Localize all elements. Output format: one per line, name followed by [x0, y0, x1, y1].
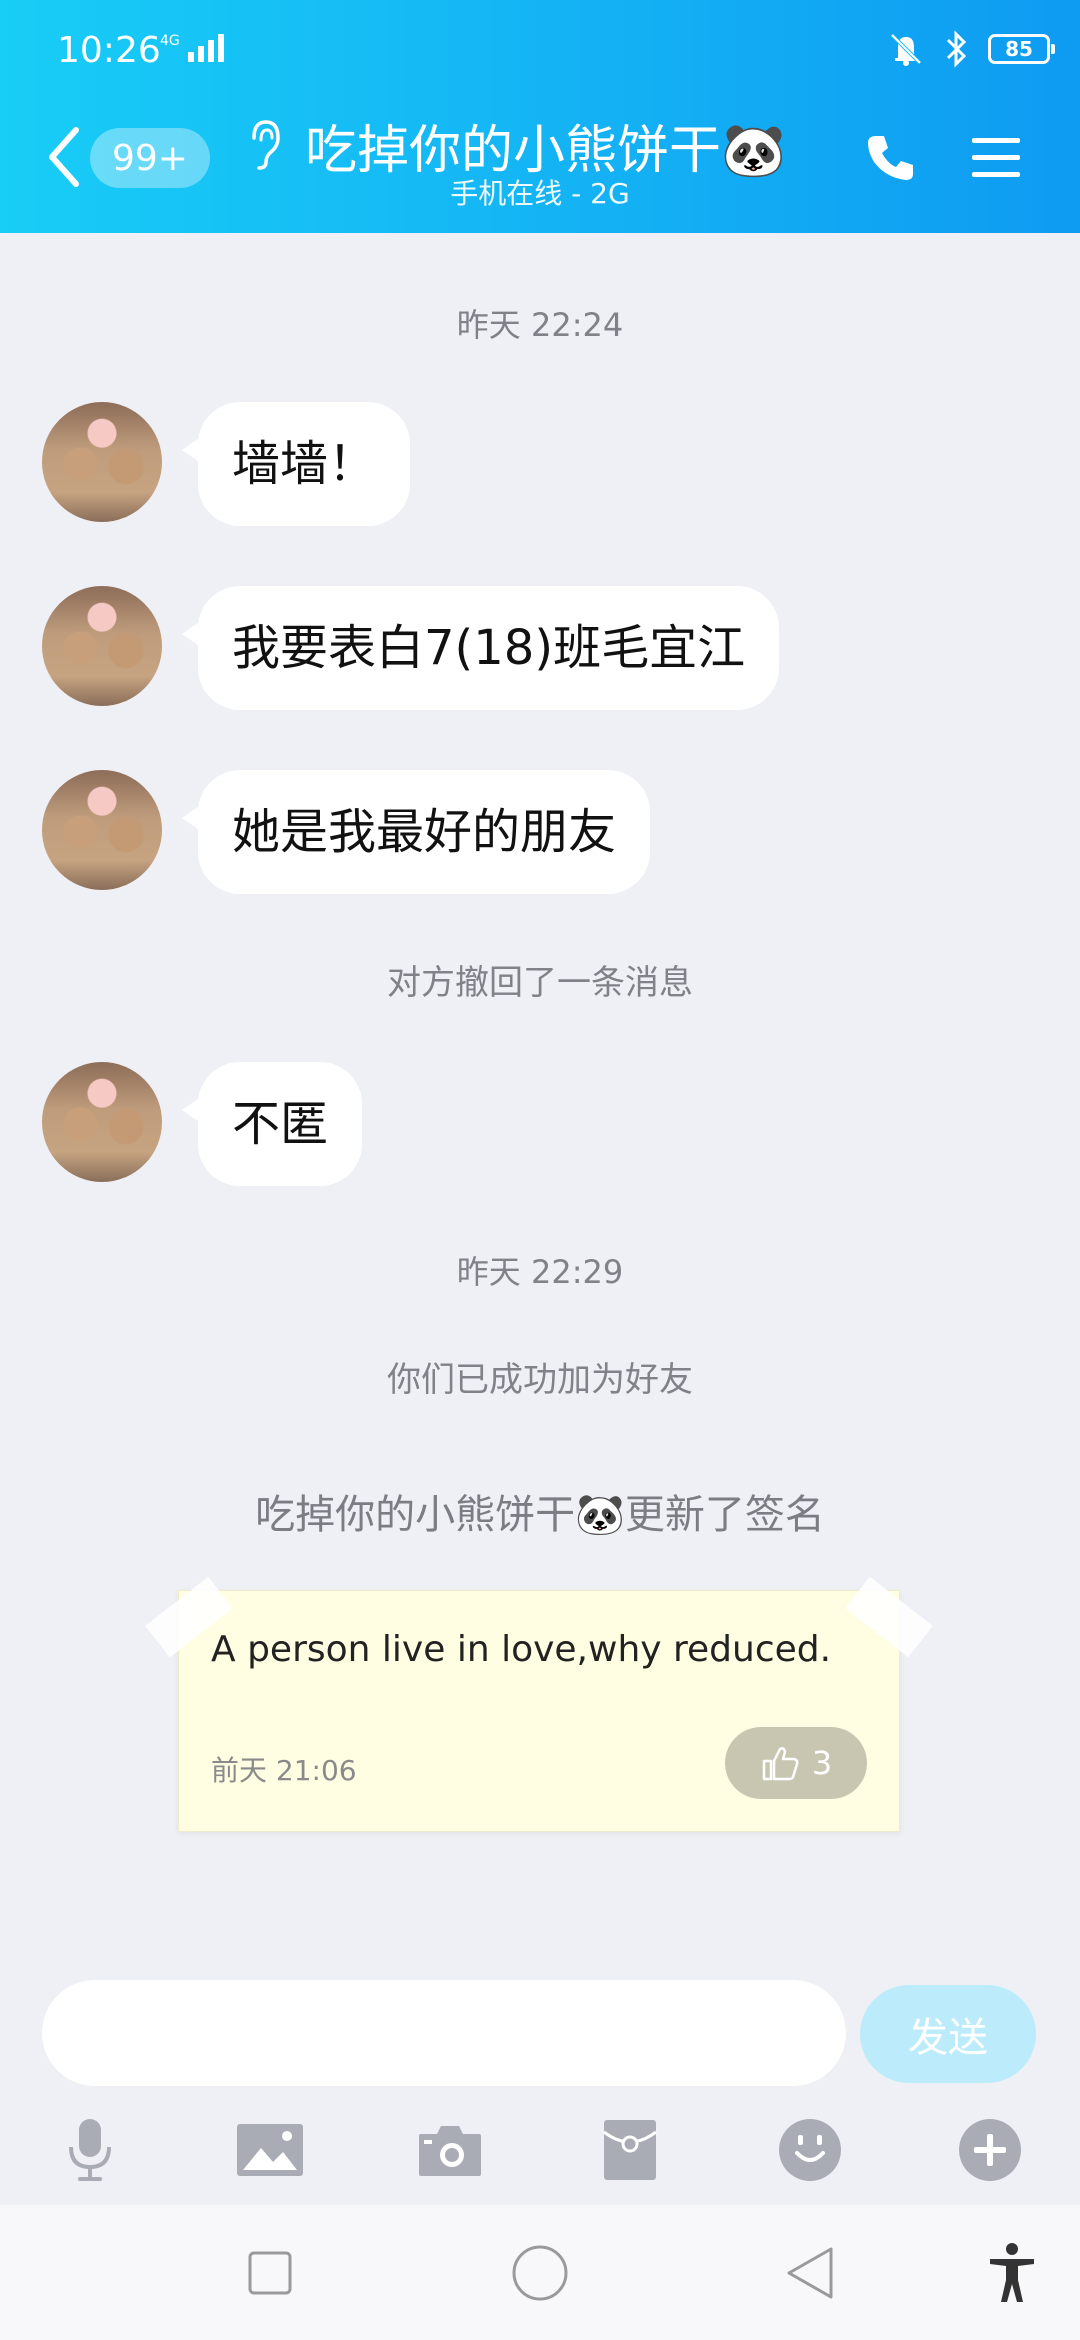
image-icon[interactable] — [230, 2110, 310, 2190]
avatar[interactable] — [42, 586, 162, 706]
status-bar: 10:26 4G 85 — [0, 0, 1080, 100]
message-bubble[interactable]: 我要表白7(18)班毛宜江 — [181, 586, 780, 710]
signature-date: 前天 21:06 — [211, 1754, 357, 1787]
microphone-icon[interactable] — [50, 2110, 130, 2190]
like-count: 3 — [811, 1744, 833, 1782]
system-nav-bar — [0, 2205, 1080, 2340]
red-packet-icon[interactable] — [590, 2110, 670, 2190]
battery-level: 85 — [1005, 37, 1033, 61]
thumbs-up-icon — [762, 1747, 799, 1781]
avatar[interactable] — [42, 770, 162, 890]
message-row: 我要表白7(18)班毛宜江 — [0, 584, 1080, 710]
avatar[interactable] — [42, 1062, 162, 1182]
vibrate-icon — [890, 33, 922, 66]
back-nav-button[interactable] — [772, 2235, 848, 2311]
message-timestamp: 昨天 22:29 — [456, 1253, 624, 1291]
menu-icon[interactable] — [968, 130, 1024, 186]
bluetooth-icon — [946, 30, 967, 68]
message-bubble[interactable]: 不匿 — [181, 1062, 363, 1186]
message-timestamp: 昨天 22:24 — [456, 306, 624, 344]
friend-added-notice: 你们已成功加为好友 — [387, 1360, 693, 1400]
signature-update-notice: 吃掉你的小熊饼干🐼更新了签名 — [255, 1492, 825, 1538]
accessibility-icon[interactable] — [974, 2235, 1050, 2311]
avatar[interactable] — [42, 402, 162, 522]
status-icons: 85 — [886, 30, 1055, 68]
send-button[interactable]: 发送 — [860, 1985, 1036, 2083]
message-input[interactable] — [42, 1980, 846, 2086]
camera-icon[interactable] — [410, 2110, 490, 2190]
message-row: 墙墙！ — [0, 400, 1080, 526]
emoji-icon[interactable] — [770, 2110, 850, 2190]
network-type: 4G — [160, 33, 180, 49]
message-bubble[interactable]: 墙墙！ — [181, 402, 411, 526]
message-row: 她是我最好的朋友 — [0, 768, 1080, 894]
phone-icon[interactable] — [862, 130, 918, 186]
chat-header: 10:26 4G 85 99+ 吃掉你的小熊饼干🐼 手机在线 - 2G — [0, 0, 1080, 233]
like-button[interactable]: 3 — [725, 1727, 867, 1799]
online-status: 手机在线 - 2G — [450, 177, 630, 210]
recents-button[interactable] — [232, 2235, 308, 2311]
home-button[interactable] — [502, 2235, 578, 2311]
signature-text: A person live in love,why reduced. — [211, 1629, 832, 1670]
tape-decoration — [845, 1576, 933, 1658]
signal-icon: 4G — [160, 34, 224, 62]
status-time: 10:26 — [57, 30, 161, 71]
message-row: 不匿 — [0, 1060, 1080, 1186]
signature-card[interactable]: A person live in love,why reduced. 前天 21… — [145, 1576, 933, 1832]
battery-icon: 85 — [988, 34, 1055, 64]
recall-notice: 对方撤回了一条消息 — [387, 963, 693, 1003]
message-bubble[interactable]: 她是我最好的朋友 — [181, 770, 651, 894]
ear-icon[interactable] — [244, 116, 284, 172]
plus-icon[interactable] — [950, 2110, 1030, 2190]
input-toolbar — [0, 2110, 1080, 2190]
